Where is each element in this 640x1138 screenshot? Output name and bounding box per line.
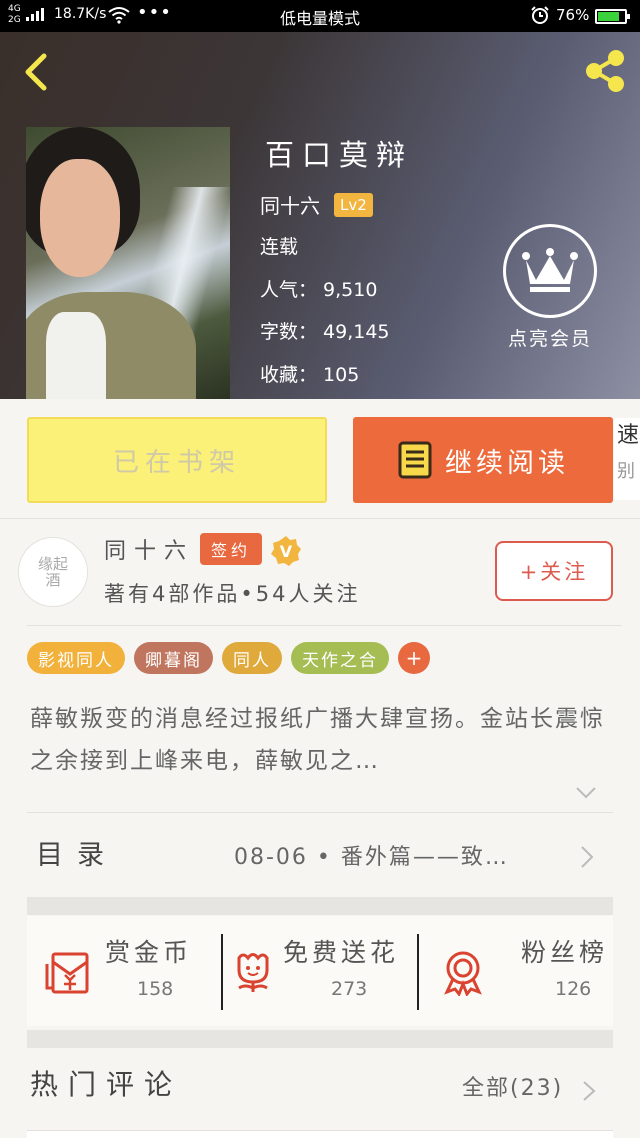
hot-comments-title: 热门评论: [30, 1068, 183, 1101]
divider: [27, 625, 622, 626]
chevron-down-icon: [576, 787, 596, 799]
share-button[interactable]: [580, 46, 630, 96]
book-author[interactable]: 同十六: [260, 190, 320, 219]
fan-ranking-count: 126: [555, 978, 592, 1000]
comment-card[interactable]: [27, 1130, 613, 1138]
continue-reading-label: 继续阅读: [445, 447, 569, 479]
crown-icon: [503, 224, 597, 318]
book-title: 百口莫辩: [265, 138, 414, 172]
book-popularity: 人气： 9,510: [260, 279, 378, 301]
chevron-left-icon: [25, 53, 47, 91]
tag-item[interactable]: 天作之合: [291, 642, 389, 674]
toc-label: 目录: [36, 840, 118, 871]
section-separator: [27, 1030, 613, 1048]
expand-description-button[interactable]: [575, 785, 597, 799]
share-icon: [586, 50, 624, 92]
divider: [0, 518, 640, 519]
alarm-icon: [530, 5, 550, 29]
continue-reading-button[interactable]: 继续阅读: [353, 417, 613, 503]
flower-icon: [229, 948, 277, 996]
in-shelf-button[interactable]: 已在书架: [27, 417, 327, 503]
red-envelope-icon: [45, 948, 93, 996]
book-status: 连载: [260, 236, 299, 258]
battery-percent: 76%: [556, 6, 590, 24]
author-avatar[interactable]: 缘起酒: [18, 537, 88, 607]
book-word-count: 字数： 49,145: [260, 321, 390, 343]
book-description[interactable]: 薛敏叛变的消息经过报纸广播大肆宣扬。金站长震惊之余接到上峰来电，薛敏见之…: [30, 698, 620, 782]
book-header: 百口莫辩 同十六 Lv2 连载 人气： 9,510 字数： 49,145 收藏：…: [0, 32, 640, 399]
svg-text:V: V: [280, 542, 293, 561]
medal-icon: [439, 948, 487, 997]
chevron-right-icon[interactable]: [582, 1080, 596, 1102]
back-button[interactable]: [18, 50, 54, 94]
side-panel-peek[interactable]: 速 别: [614, 418, 640, 500]
battery-icon: [595, 9, 630, 24]
fan-ranking-label: 粉丝榜: [521, 938, 609, 967]
reward-coins-stat[interactable]: 赏金币 158: [27, 916, 222, 1026]
follow-button[interactable]: +关注: [495, 541, 613, 601]
avatar-text-2: 酒: [45, 571, 61, 589]
tag-item[interactable]: 卿暮阁: [134, 642, 213, 674]
book-favorites: 收藏： 105: [260, 364, 360, 386]
all-comments-link[interactable]: 全部(23): [462, 1070, 563, 1102]
vip-button[interactable]: 点亮会员: [500, 224, 600, 351]
reward-coins-count: 158: [137, 978, 174, 1000]
more-tags-button[interactable]: +: [398, 642, 430, 674]
in-shelf-label: 已在书架: [112, 447, 241, 478]
chevron-right-icon: [580, 845, 594, 869]
vip-label: 点亮会员: [507, 328, 592, 350]
free-flowers-count: 273: [331, 978, 368, 1000]
verified-icon: V: [270, 535, 302, 567]
interaction-stats: 赏金币 158 免费送花 273 粉丝榜 126: [27, 916, 613, 1026]
side-peek-text-2: 别: [617, 461, 635, 482]
book-icon: [398, 441, 432, 479]
divider: [27, 812, 613, 813]
battery-fill: [598, 12, 620, 21]
book-cover[interactable]: [26, 127, 230, 399]
avatar-text-1: 缘起: [37, 555, 68, 573]
signed-badge: 签约: [200, 533, 262, 565]
fan-ranking-stat[interactable]: 粉丝榜 126: [419, 916, 613, 1026]
follow-label: +关注: [519, 560, 589, 584]
reward-coins-label: 赏金币: [105, 938, 193, 967]
free-flowers-stat[interactable]: 免费送花 273: [223, 916, 417, 1026]
level-badge: Lv2: [334, 192, 373, 217]
author-name[interactable]: 同十六: [104, 533, 194, 565]
status-bar: 4G 2G 18.7K/s ••• 低电量模式 76%: [0, 0, 640, 32]
toc-latest-chapter: 08-06 • 番外篇——致…: [234, 845, 509, 870]
book-author-row: 同十六 Lv2: [260, 190, 373, 219]
tag-item[interactable]: 影视同人: [27, 642, 125, 674]
tag-list: 影视同人 卿暮阁 同人 天作之合 +: [27, 642, 430, 674]
free-flowers-label: 免费送花: [283, 938, 400, 967]
tag-item[interactable]: 同人: [222, 642, 282, 674]
author-meta: 著有4部作品•54人关注: [104, 582, 361, 606]
side-peek-text-1: 速: [617, 423, 640, 448]
section-separator: [27, 897, 613, 915]
